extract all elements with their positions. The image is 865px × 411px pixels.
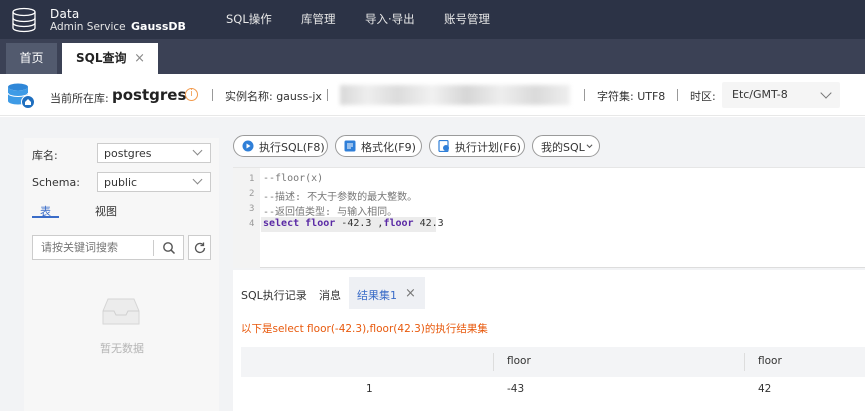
- nav-db-management[interactable]: 库管理: [301, 11, 336, 27]
- sql-comma: ,: [371, 218, 384, 229]
- line-number-gutter: [233, 168, 260, 268]
- tab-messages[interactable]: 消息: [319, 287, 341, 303]
- search-icon[interactable]: [162, 241, 176, 255]
- empty-inbox-icon: [102, 298, 140, 325]
- execute-sql-button[interactable]: 执行SQL(F8): [233, 135, 328, 157]
- my-sql-button[interactable]: 我的SQL: [532, 135, 600, 157]
- object-search: [32, 235, 184, 260]
- timezone-label: 时区:: [690, 90, 716, 103]
- plan-icon: [438, 140, 449, 152]
- line-number: 1: [249, 174, 255, 184]
- schema-select-value: public: [104, 176, 138, 189]
- code-line: --返回值类型: 与输入相同。: [263, 207, 398, 218]
- format-label: 格式化(F9): [361, 141, 416, 154]
- schema-select[interactable]: public: [97, 172, 211, 192]
- refresh-icon: [194, 242, 206, 254]
- format-icon: [344, 140, 356, 152]
- close-icon[interactable]: ×: [405, 286, 416, 301]
- divider: [327, 89, 328, 101]
- nav-sql-operation[interactable]: SQL操作: [226, 11, 272, 27]
- chevron-down-icon: [192, 145, 203, 156]
- sql-argument: 42.3: [419, 218, 444, 229]
- db-select-value: postgres: [104, 147, 152, 160]
- format-button[interactable]: 格式化(F9): [335, 135, 422, 157]
- tab-home[interactable]: 首页: [6, 43, 57, 74]
- result-cell: -43: [507, 383, 525, 395]
- code-line-query: select floor -42.3 ,floor 42.3: [263, 218, 444, 229]
- column-divider: [744, 353, 745, 371]
- line-number: 3: [249, 204, 255, 214]
- sql-editor[interactable]: 1 2 3 4 --floor(x) --描述: 不大于参数的最大整数。 --返…: [233, 167, 865, 268]
- code-line: --描述: 不大于参数的最大整数。: [263, 192, 418, 203]
- divider: [677, 89, 678, 101]
- search-input[interactable]: [33, 236, 151, 259]
- row-number-cell: 1: [366, 383, 373, 395]
- app-name-line2: Admin Service: [50, 21, 126, 33]
- app-name-line1: Data: [50, 7, 80, 21]
- column-divider: [493, 353, 494, 371]
- tab-result-set-1[interactable]: 结果集1: [357, 287, 397, 303]
- info-icon[interactable]: i: [185, 88, 198, 101]
- subtab-views[interactable]: 视图: [95, 203, 117, 219]
- execute-sql-label: 执行SQL(F8): [259, 141, 325, 154]
- database-icon: [7, 83, 35, 109]
- chevron-down-icon: [586, 144, 593, 149]
- tab-sql-query-label: SQL查询: [76, 51, 127, 65]
- current-db-name: postgres: [112, 86, 187, 104]
- info-bar: 当前所在库: postgres i 实例名称: gauss-jx 字符集: UT…: [0, 74, 865, 116]
- timezone-value: Etc/GMT-8: [732, 88, 788, 101]
- chevron-down-icon: [192, 174, 203, 185]
- empty-state-text: 暂无数据: [100, 342, 144, 355]
- divider: [212, 89, 213, 101]
- timezone-select[interactable]: Etc/GMT-8: [722, 82, 840, 108]
- current-db-label: 当前所在库:: [50, 92, 109, 105]
- close-icon[interactable]: ×: [134, 43, 145, 74]
- schema-select-label: Schema:: [32, 176, 80, 189]
- blurred-instance-details: [340, 85, 570, 105]
- instance-name: 实例名称: gauss-jx: [225, 90, 322, 103]
- database-logo-icon: [12, 7, 36, 33]
- code-line: --floor(x): [263, 173, 324, 184]
- result-cell: 42: [758, 383, 772, 395]
- tab-execution-history[interactable]: SQL执行记录: [241, 287, 307, 303]
- chevron-down-icon: [820, 87, 832, 99]
- result-message: 以下是select floor(-42.3),floor(42.3)的执行结果集: [241, 323, 488, 335]
- db-select-label: 库名:: [32, 149, 58, 162]
- sql-keyword: select: [263, 218, 300, 229]
- sql-function: floor: [305, 218, 336, 229]
- line-number: 2: [249, 189, 255, 199]
- product-name: GaussDB: [131, 20, 186, 33]
- execution-plan-label: 执行计划(F6): [455, 141, 521, 154]
- divider: [584, 89, 585, 101]
- nav-account-management[interactable]: 账号管理: [444, 11, 490, 27]
- refresh-button[interactable]: [188, 235, 211, 260]
- top-nav: Data Admin Service GaussDB SQL操作 库管理 导入·…: [0, 0, 865, 39]
- charset: 字符集: UTF8: [597, 90, 666, 103]
- my-sql-label: 我的SQL: [541, 141, 585, 154]
- results-panel: SQL执行记录 消息 结果集1 × 以下是select floor(-42.3)…: [233, 270, 865, 411]
- tab-sql-query[interactable]: SQL查询 ×: [62, 43, 158, 74]
- execution-plan-button[interactable]: 执行计划(F6): [429, 135, 525, 157]
- column-header: floor: [507, 355, 531, 367]
- column-header: floor: [758, 355, 782, 367]
- nav-import-export[interactable]: 导入·导出: [365, 11, 415, 27]
- divider: [153, 240, 154, 256]
- sql-argument: -42.3: [341, 218, 372, 229]
- play-icon: [242, 140, 254, 152]
- sql-function: floor: [383, 218, 414, 229]
- tab-bar: 首页 SQL查询 ×: [0, 39, 865, 74]
- active-subtab-indicator: [32, 216, 59, 218]
- db-select[interactable]: postgres: [97, 143, 211, 163]
- line-number: 4: [249, 219, 255, 229]
- result-table-header: floor floor: [241, 347, 865, 377]
